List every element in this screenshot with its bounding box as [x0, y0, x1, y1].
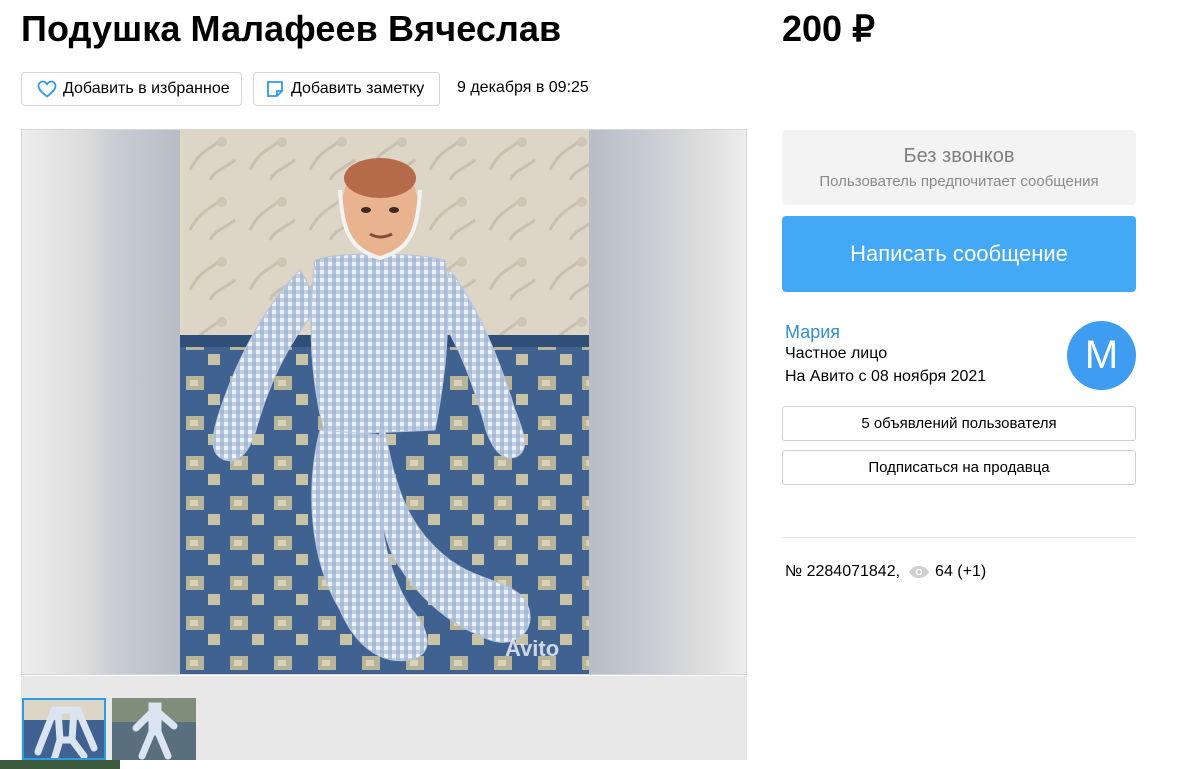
add-note-button[interactable]: Добавить заметку — [253, 72, 440, 106]
views-count: 64 (+1) — [935, 563, 987, 580]
photo-gallery[interactable]: Avito — [21, 129, 747, 675]
listing-id: № 2284071842, — [785, 563, 901, 580]
listing-title: Подушка Малафеев Вячеслав — [21, 8, 562, 49]
no-calls-title: Без звонков — [903, 145, 1015, 167]
note-label: Добавить заметку — [291, 80, 425, 97]
favorites-label: Добавить в избранное — [63, 80, 230, 97]
listing-price: 200 ₽ — [782, 8, 875, 49]
eye-icon — [908, 565, 930, 579]
no-calls-subtitle: Пользователь предпочитает сообщения — [819, 173, 1099, 190]
divider — [782, 537, 1136, 538]
thumbnail-1[interactable] — [22, 698, 106, 760]
seller-name-link[interactable]: Мария — [785, 322, 840, 343]
subscribe-seller-button[interactable]: Подписаться на продавца — [782, 450, 1136, 485]
add-to-favorites-button[interactable]: Добавить в избранное — [21, 72, 242, 106]
thumbnail-2[interactable] — [112, 698, 196, 760]
seller-ads-button[interactable]: 5 объявлений пользователя — [782, 406, 1136, 441]
seller-type: Частное лицо — [785, 345, 888, 362]
main-photo[interactable]: Avito — [180, 130, 589, 674]
gallery-prev-area[interactable] — [22, 130, 82, 674]
note-icon — [264, 78, 286, 100]
bottom-edge-image — [0, 760, 120, 769]
heart-icon — [36, 78, 58, 100]
write-message-button[interactable]: Написать сообщение — [782, 216, 1136, 292]
no-calls-notice: Без звонков Пользователь предпочитает со… — [782, 130, 1136, 205]
publish-date: 9 декабря в 09:25 — [457, 79, 589, 96]
seller-since: На Авито с 08 ноября 2021 — [785, 368, 987, 385]
gallery-next-area[interactable] — [686, 130, 746, 674]
avatar[interactable]: М — [1067, 321, 1136, 390]
watermark-text: Avito — [505, 636, 559, 661]
listing-meta: № 2284071842, 64 (+1) — [785, 563, 986, 581]
